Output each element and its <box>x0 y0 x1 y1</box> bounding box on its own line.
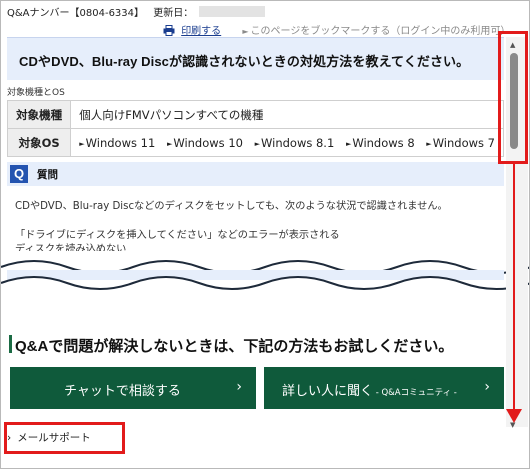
triangle-icon: ► <box>166 139 173 148</box>
bookmark-label: このページをブックマークする（ログイン中のみ利用可） <box>250 26 511 37</box>
triangle-icon: ► <box>345 139 352 148</box>
annotation-highlight-mail-support <box>4 422 125 454</box>
table-row: 対象OS ►Windows 11 ►Windows 10 ►Windows 8.… <box>6 128 504 157</box>
os-label: Windows 8.1 <box>261 135 335 150</box>
updated-label: 更新日： <box>153 8 194 19</box>
annotation-arrow-line <box>513 164 515 412</box>
ask-button-sub: - Q&Aコミュニティ - <box>373 388 457 398</box>
page-title: CDやDVD、Blu-ray Discが認識されないときの対処方法を教えてくださ… <box>19 54 470 69</box>
chat-button[interactable]: チャットで相談する › <box>10 367 256 409</box>
triangle-icon: ► <box>79 139 85 148</box>
question-bullet: 「ドライブにディスクを挿入してください」などのエラーが表示される <box>15 230 340 241</box>
content-break-waves <box>1 251 529 321</box>
os-item: ►Windows 11 <box>79 136 155 150</box>
triangle-icon: ► <box>254 139 260 148</box>
print-link[interactable]: 印刷する <box>181 26 221 37</box>
updated-date-redacted <box>199 6 266 17</box>
os-item: ►Windows 7 <box>426 136 495 150</box>
chat-button-label: チャットで相談する <box>64 384 181 399</box>
os-label: Windows 10 <box>173 135 243 150</box>
row-value-os: ►Windows 11 ►Windows 10 ►Windows 8.1 ►Wi… <box>70 128 504 157</box>
bookmark-arrow-icon: ► <box>242 27 249 36</box>
section-tag: 対象機種とOS <box>7 88 65 98</box>
row-label-models: 対象機種 <box>6 100 72 129</box>
os-label: Windows 7 <box>432 135 495 150</box>
bookmark-link[interactable]: ► このページをブックマークする（ログイン中のみ利用可） <box>242 26 510 37</box>
spec-table: 対象機種 個人向けFMVパソコンすべての機種 対象OS ►Windows 11 … <box>6 100 504 157</box>
row-label-os: 対象OS <box>6 128 72 157</box>
row-value-models: 個人向けFMVパソコンすべての機種 <box>70 100 504 129</box>
chevron-right-icon: › <box>236 379 242 395</box>
os-item: ►Windows 10 <box>167 136 243 150</box>
os-item: ►Windows 8.1 <box>255 136 335 150</box>
qa-number: Q&Aナンバー【0804-6334】 <box>7 8 145 19</box>
os-label: Windows 11 <box>85 135 156 150</box>
page-frame: Q&Aナンバー【0804-6334】 更新日： 印刷する ► このページをブックマ… <box>0 0 530 469</box>
title-box: CDやDVD、Blu-ray Discが認識されないときの対処方法を教えてくださ… <box>7 37 504 80</box>
ask-community-button[interactable]: 詳しい人に聞く - Q&Aコミュニティ - › <box>264 367 504 409</box>
question-icon: Q <box>10 165 28 183</box>
cta-heading: Q&Aで問題が解決しないときは、下記の方法もお試しください。 <box>15 338 454 355</box>
question-text: CDやDVD、Blu-ray Discなどのディスクをセットしても、次のような状… <box>15 201 448 212</box>
annotation-arrow-head-icon <box>506 409 522 423</box>
question-header: Q 質問 <box>7 162 504 186</box>
triangle-icon: ► <box>426 139 432 148</box>
annotation-highlight-scrollbar <box>498 31 528 164</box>
cta-accent-bar <box>9 335 12 353</box>
ask-button-label: 詳しい人に聞く - Q&Aコミュニティ - <box>282 380 457 399</box>
chevron-right-icon: › <box>484 379 490 395</box>
ask-button-main: 詳しい人に聞く <box>282 384 374 399</box>
os-item: ►Windows 8 <box>346 136 415 150</box>
page-header: Q&Aナンバー【0804-6334】 更新日： <box>7 4 266 19</box>
os-label: Windows 8 <box>352 135 415 150</box>
table-row: 対象機種 個人向けFMVパソコンすべての機種 <box>6 100 504 129</box>
question-label: 質問 <box>37 169 58 181</box>
